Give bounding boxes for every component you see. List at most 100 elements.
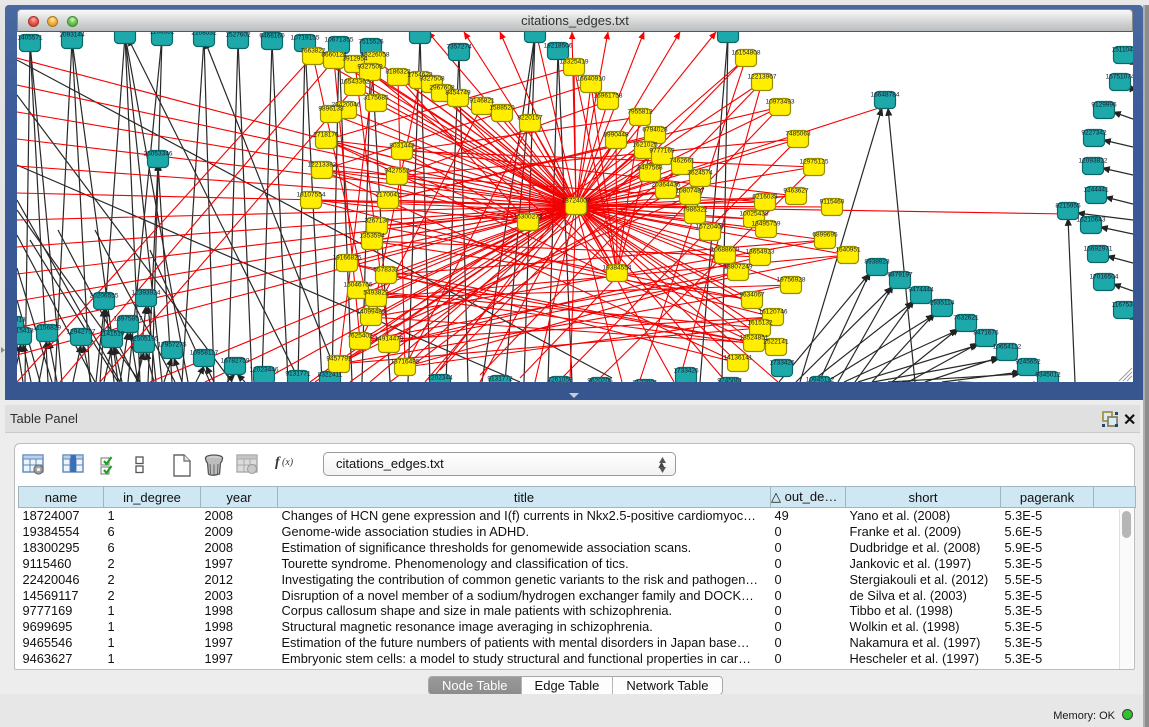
svg-text:15046766: 15046766 — [344, 282, 373, 289]
svg-text:12213383: 12213383 — [308, 162, 337, 169]
svg-text:10958117: 10958117 — [190, 350, 219, 357]
svg-text:9131772: 9131772 — [487, 376, 513, 383]
svg-text:1244441: 1244441 — [1083, 187, 1109, 194]
svg-text:12505195: 12505195 — [130, 336, 159, 343]
svg-text:1640951: 1640951 — [835, 247, 861, 254]
svg-text:1202344: 1202344 — [427, 375, 453, 382]
svg-text:8322411: 8322411 — [318, 372, 343, 379]
svg-text:10719155: 10719155 — [291, 35, 320, 42]
svg-text:10945112: 10945112 — [806, 377, 835, 383]
svg-text:20206555: 20206555 — [90, 293, 119, 300]
svg-text:16782759: 16782759 — [221, 358, 250, 365]
svg-text:2108532: 2108532 — [191, 32, 217, 37]
svg-text:8031443: 8031443 — [389, 143, 415, 150]
svg-text:3267130: 3267130 — [364, 218, 390, 225]
svg-text:9777169: 9777169 — [649, 148, 675, 155]
svg-text:10025438: 10025438 — [740, 211, 769, 218]
svg-text:8938923: 8938923 — [864, 259, 890, 266]
svg-text:16640910: 16640910 — [577, 76, 606, 83]
svg-text:10688609: 10688609 — [711, 247, 740, 254]
svg-text:10807487: 10807487 — [676, 188, 705, 195]
svg-text:14099489: 14099489 — [357, 309, 386, 316]
svg-text:6466160: 6466160 — [259, 33, 285, 40]
svg-text:2718176: 2718176 — [313, 132, 339, 139]
svg-text:9634067: 9634067 — [739, 292, 765, 299]
svg-text:20691406: 20691406 — [111, 32, 140, 34]
svg-text:8215955: 8215955 — [1055, 203, 1081, 210]
svg-text:7955812: 7955812 — [627, 109, 653, 116]
svg-text:9131771: 9131771 — [285, 371, 311, 378]
svg-text:9427552: 9427552 — [384, 168, 410, 175]
svg-text:13975857: 13975857 — [114, 316, 143, 323]
svg-text:16033809: 16033809 — [406, 32, 435, 34]
svg-text:9345012: 9345012 — [1035, 372, 1061, 379]
svg-text:6216033: 6216033 — [752, 194, 778, 201]
svg-text:9327508: 9327508 — [419, 76, 445, 83]
svg-text:19384554: 19384554 — [603, 265, 632, 272]
svg-text:9245061: 9245061 — [717, 378, 743, 383]
svg-text:9115460: 9115460 — [820, 199, 845, 206]
svg-text:1106532: 1106532 — [150, 32, 175, 36]
svg-text:1733426: 1733426 — [769, 360, 795, 367]
svg-text:15300273: 15300273 — [514, 214, 543, 221]
svg-text:19218506: 19218506 — [544, 43, 573, 50]
svg-text:7515526: 7515526 — [358, 39, 384, 46]
svg-text:3175685: 3175685 — [363, 95, 389, 102]
svg-text:12213967: 12213967 — [748, 74, 777, 81]
svg-text:14136141: 14136141 — [724, 355, 753, 362]
svg-text:1353594: 1353594 — [359, 233, 385, 240]
svg-text:1615132: 1615132 — [747, 320, 773, 327]
svg-text:6794028: 6794028 — [642, 127, 668, 134]
svg-text:19756928: 19756928 — [777, 277, 806, 284]
svg-text:13654923: 13654923 — [746, 249, 775, 256]
svg-text:7261059: 7261059 — [547, 377, 573, 383]
svg-text:8220157: 8220157 — [517, 115, 543, 122]
svg-text:19166825: 19166825 — [333, 255, 362, 262]
svg-text:12023446: 12023446 — [250, 367, 279, 374]
svg-text:16543362: 16543362 — [341, 79, 370, 86]
svg-text:10654112: 10654112 — [993, 344, 1022, 351]
svg-text:13325419: 13325419 — [560, 59, 589, 66]
svg-text:18107554: 18107554 — [297, 192, 326, 199]
svg-text:15692971: 15692971 — [1084, 246, 1113, 253]
svg-text:18724007: 18724007 — [562, 198, 591, 205]
svg-text:9227342: 9227342 — [1081, 130, 1107, 137]
svg-text:10973493: 10973493 — [766, 99, 795, 106]
svg-text:12942757: 12942757 — [67, 329, 96, 336]
svg-text:5578332: 5578332 — [373, 267, 399, 274]
svg-text:9146821: 9146821 — [469, 98, 495, 105]
svg-text:7986322: 7986322 — [682, 207, 708, 214]
svg-text:1511043: 1511043 — [1112, 47, 1133, 54]
svg-text:7462661: 7462661 — [669, 158, 695, 165]
svg-text:7485063: 7485063 — [785, 131, 811, 138]
svg-text:16648784: 16648784 — [871, 92, 900, 99]
svg-text:8122901: 8122901 — [632, 380, 658, 383]
svg-text:12393924: 12393924 — [132, 290, 161, 297]
svg-text:6497568: 6497568 — [637, 165, 663, 172]
svg-text:1405571: 1405571 — [17, 35, 43, 42]
svg-text:3915413: 3915413 — [17, 328, 34, 335]
svg-text:6899695: 6899695 — [812, 232, 838, 239]
svg-text:9463627: 9463627 — [783, 188, 809, 195]
svg-text:3624574: 3624574 — [687, 170, 713, 177]
svg-text:12093822: 12093822 — [1079, 158, 1108, 165]
svg-text:7632621: 7632621 — [953, 315, 979, 322]
svg-text:10671355: 10671355 — [325, 37, 354, 44]
svg-text:13226058: 13226058 — [361, 52, 390, 59]
svg-text:16120746: 16120746 — [759, 309, 788, 316]
svg-text:1588520: 1588520 — [489, 105, 515, 112]
svg-text:8454749: 8454749 — [445, 90, 471, 97]
svg-text:7357274: 7357274 — [446, 44, 472, 51]
svg-text:16210643: 16210643 — [1077, 217, 1106, 224]
svg-text:1167534: 1167534 — [1112, 302, 1133, 309]
svg-text:12975125: 12975125 — [800, 159, 829, 166]
svg-text:25053346: 25053346 — [144, 151, 173, 158]
svg-text:8813054: 8813054 — [522, 32, 548, 33]
svg-text:7625402: 7625402 — [347, 333, 373, 340]
svg-text:13716485: 13716485 — [391, 359, 420, 366]
svg-text:5493822: 5493822 — [363, 290, 389, 297]
svg-text:3350813: 3350813 — [17, 317, 26, 324]
svg-text:1527602: 1527602 — [225, 32, 251, 39]
svg-text:16961758: 16961758 — [594, 93, 623, 100]
svg-text:17957275: 17957275 — [158, 342, 187, 349]
